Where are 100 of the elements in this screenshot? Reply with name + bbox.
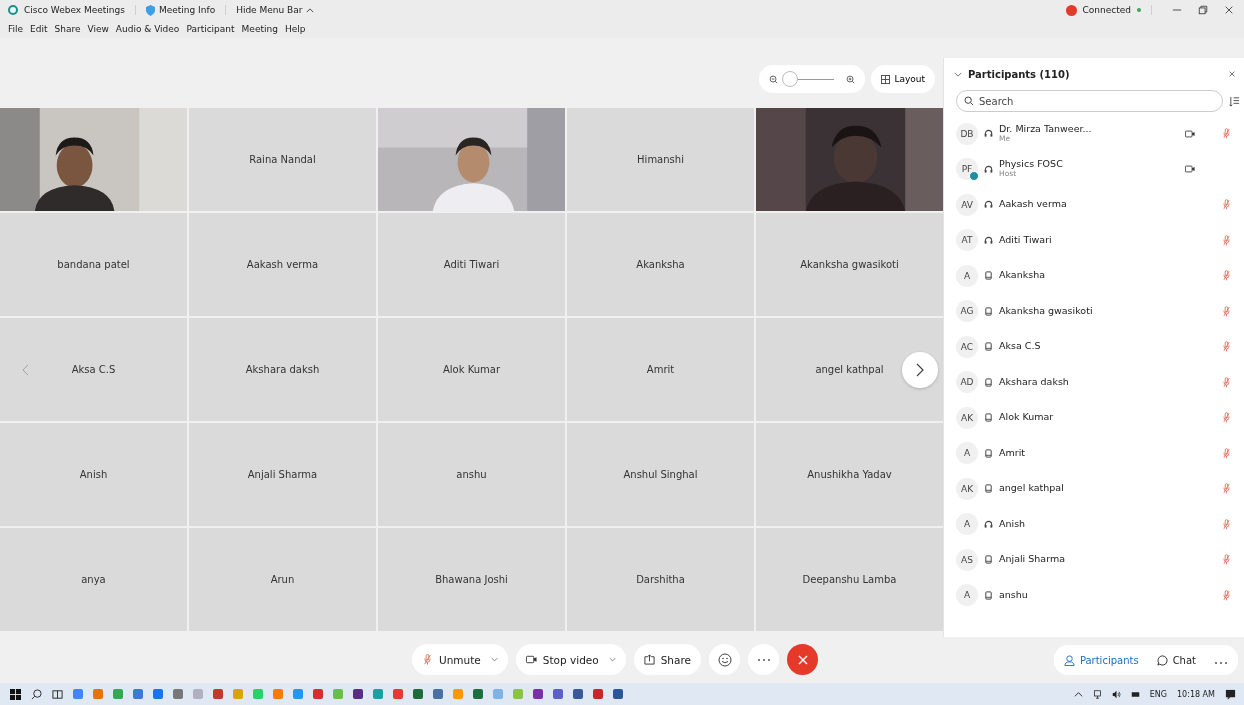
- restore-icon[interactable]: [1198, 5, 1208, 15]
- close-icon[interactable]: [1228, 70, 1236, 78]
- participant-row[interactable]: A Anish: [944, 506, 1244, 542]
- previous-page-icon[interactable]: [22, 364, 29, 376]
- participant-row[interactable]: A Akanksha: [944, 258, 1244, 294]
- participant-row[interactable]: A anshu: [944, 577, 1244, 613]
- participants-tab[interactable]: Participants: [1057, 647, 1145, 673]
- layout-button[interactable]: Layout: [871, 65, 935, 93]
- participant-name: Akshara daksh: [245, 364, 320, 375]
- participant-row[interactable]: AG Akanksha gwasikoti: [944, 293, 1244, 329]
- meeting-info-button[interactable]: Meeting Info: [145, 4, 216, 16]
- participant-row[interactable]: AV Aakash verma: [944, 187, 1244, 223]
- zoom-slider-thumb[interactable]: [782, 70, 799, 87]
- muted-mic-icon: [422, 654, 433, 665]
- clock[interactable]: 10:18 AM: [1177, 689, 1215, 699]
- participant-name: Anushikha Yadav: [807, 469, 892, 480]
- participant-name: Aksa C.S: [999, 341, 1041, 353]
- close-icon[interactable]: [1224, 5, 1234, 15]
- smiley-icon: [717, 652, 732, 667]
- sort-icon[interactable]: [1229, 95, 1240, 107]
- zoom-control[interactable]: [759, 65, 866, 93]
- collapse-icon[interactable]: [954, 71, 962, 77]
- participant-row[interactable]: AT Aditi Tiwari: [944, 222, 1244, 258]
- participant-name: Bhawana Joshi: [435, 574, 508, 585]
- headset-icon: [984, 235, 993, 245]
- caret-icon[interactable]: [1073, 689, 1083, 699]
- stop-video-button[interactable]: Stop video: [515, 644, 626, 675]
- participant-name: angel kathpal: [815, 364, 884, 375]
- search-field[interactable]: Search: [956, 90, 1223, 112]
- participant-name: anshu: [456, 469, 487, 480]
- menu-item[interactable]: Audio & Video: [115, 24, 180, 34]
- muted-mic-icon[interactable]: [1223, 234, 1230, 246]
- menu-item[interactable]: Help: [284, 24, 306, 34]
- zoom-out-icon[interactable]: [769, 74, 779, 84]
- status-dot: [1137, 8, 1141, 12]
- search-icon: [964, 96, 974, 106]
- participant-row[interactable]: AK angel kathpal: [944, 471, 1244, 507]
- participant-name: Anjali Sharma: [247, 469, 318, 480]
- leave-button[interactable]: [787, 644, 818, 675]
- menu-item[interactable]: Participant: [186, 24, 235, 34]
- participant-name: anya: [81, 574, 106, 585]
- menu-item[interactable]: Share: [54, 24, 81, 34]
- chevron-right-icon: [916, 363, 924, 377]
- recording-icon: [1065, 4, 1077, 16]
- zoom-in-icon[interactable]: [846, 74, 856, 84]
- avatar: AV: [956, 193, 978, 216]
- phone-icon: [984, 271, 993, 281]
- chat-bubble-icon: [1156, 654, 1168, 666]
- muted-mic-icon[interactable]: [1223, 447, 1230, 459]
- muted-mic-icon[interactable]: [1223, 589, 1230, 601]
- network-icon[interactable]: [1130, 689, 1140, 699]
- caret-icon: [306, 7, 315, 13]
- participant-row[interactable]: AC Aksa C.S: [944, 329, 1244, 365]
- menu-item[interactable]: Meeting: [241, 24, 278, 34]
- chat-tab[interactable]: Chat: [1150, 647, 1202, 673]
- muted-mic-icon[interactable]: [1223, 270, 1230, 282]
- more-icon: [1214, 660, 1228, 665]
- share-button[interactable]: Share: [633, 644, 701, 675]
- avatar: AK: [956, 477, 978, 500]
- participant-name: Himanshi: [637, 154, 684, 165]
- headset-icon: [984, 129, 993, 139]
- speaker-icon[interactable]: [1111, 689, 1121, 699]
- participant-name: angel kathpal: [999, 483, 1064, 495]
- notification-icon[interactable]: [1225, 688, 1236, 700]
- menu-item[interactable]: File: [8, 24, 24, 34]
- muted-mic-icon[interactable]: [1223, 483, 1230, 495]
- hide-menu-bar-button[interactable]: Hide Menu Bar: [236, 5, 315, 15]
- participant-row[interactable]: AK Alok Kumar: [944, 400, 1244, 436]
- avatar: AC: [956, 335, 978, 358]
- unmute-button[interactable]: Unmute: [412, 644, 508, 675]
- start-icon[interactable]: [10, 688, 21, 700]
- participant-name: Arun: [270, 574, 295, 585]
- phone-icon: [984, 590, 993, 600]
- participant-name: Raina Nandal: [249, 154, 316, 165]
- participant-name: Deepanshu Lamba: [802, 574, 897, 585]
- reactions-button[interactable]: [709, 644, 740, 675]
- headset-icon: [984, 164, 993, 174]
- connection-status: Connected: [1082, 5, 1131, 15]
- avatar: A: [956, 513, 978, 536]
- device-icon[interactable]: [1092, 689, 1102, 699]
- participant-row[interactable]: AS Anjali Sharma: [944, 542, 1244, 578]
- muted-mic-icon[interactable]: [1223, 341, 1230, 353]
- participant-name: Amrit: [999, 447, 1026, 459]
- participant-row[interactable]: AD Akshara daksh: [944, 364, 1244, 400]
- muted-mic-icon[interactable]: [1223, 518, 1230, 530]
- muted-mic-icon[interactable]: [1223, 554, 1230, 566]
- menu-item[interactable]: View: [87, 24, 109, 34]
- search-icon[interactable]: [31, 688, 42, 700]
- menu-item[interactable]: Edit: [30, 24, 48, 34]
- caret-icon: [608, 657, 616, 662]
- participant-row[interactable]: A Amrit: [944, 435, 1244, 471]
- muted-mic-icon[interactable]: [1223, 199, 1230, 211]
- muted-mic-icon[interactable]: [1223, 412, 1230, 424]
- muted-mic-icon[interactable]: [1223, 305, 1230, 317]
- language-indicator[interactable]: ENG: [1149, 689, 1167, 699]
- participant-name: Alok Kumar: [442, 364, 501, 375]
- phone-icon: [984, 306, 993, 316]
- muted-mic-icon[interactable]: [1223, 376, 1230, 388]
- muted-mic-icon[interactable]: [1223, 128, 1230, 140]
- task-view-icon[interactable]: [52, 688, 63, 700]
